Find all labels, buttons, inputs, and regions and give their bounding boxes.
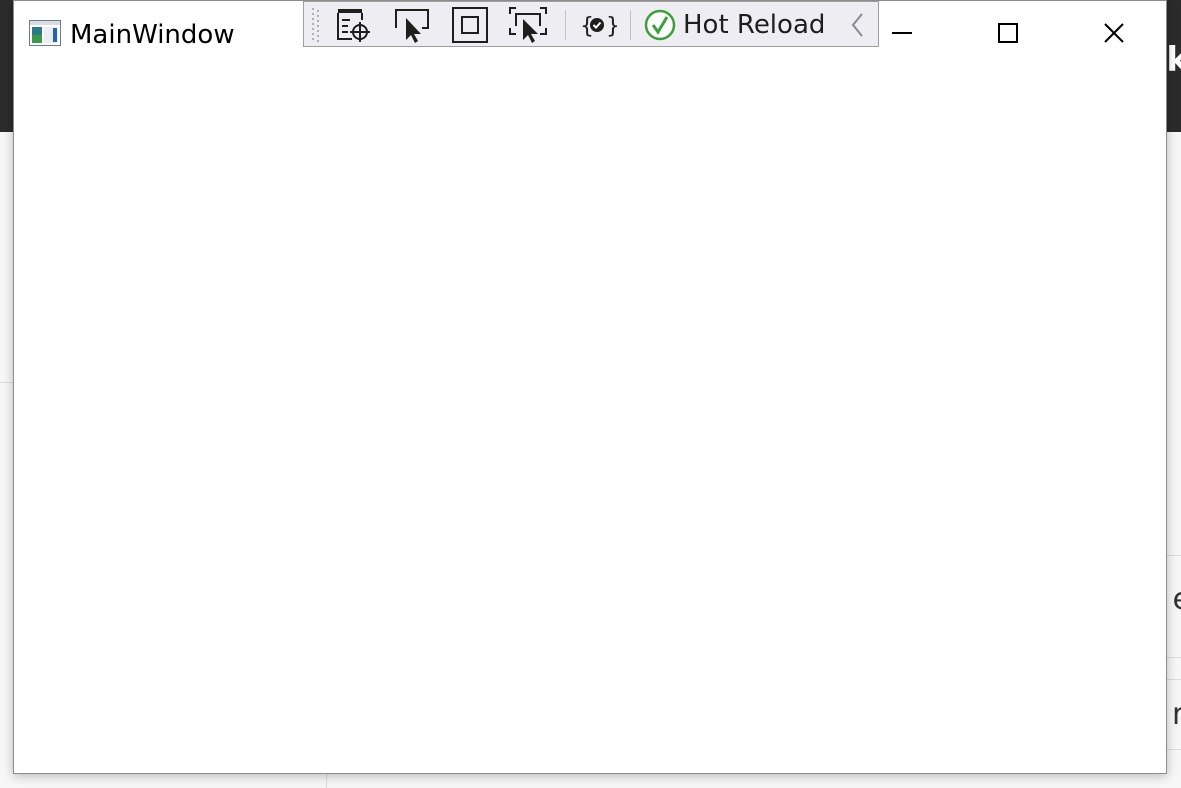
chevron-left-icon	[851, 13, 863, 37]
background-divider	[1167, 749, 1181, 750]
drag-grip-icon[interactable]	[310, 6, 322, 44]
window-client-area	[14, 65, 1166, 773]
check-circle-icon	[644, 9, 676, 41]
binding-failures-button[interactable]: { }	[575, 5, 619, 45]
background-divider	[0, 382, 13, 383]
background-row-text: n	[1172, 697, 1181, 732]
background-divider	[1167, 679, 1181, 680]
background-divider	[1167, 555, 1181, 556]
background-row-text: e	[1173, 582, 1181, 617]
background-divider	[326, 774, 327, 788]
track-focused-element-icon	[509, 7, 547, 43]
toolbar-separator	[565, 10, 566, 40]
minimize-icon	[892, 32, 912, 34]
close-icon	[1104, 23, 1124, 43]
maximize-icon	[998, 23, 1018, 43]
select-element-button[interactable]	[390, 5, 434, 45]
display-adorners-icon	[452, 7, 488, 43]
window-title: MainWindow	[70, 20, 235, 50]
live-visual-tree-icon	[337, 9, 370, 42]
toolbar-separator	[630, 10, 631, 40]
binding-failures-icon: { }	[580, 14, 617, 39]
window-app-icon	[29, 20, 61, 46]
collapse-toolbar-button[interactable]	[844, 8, 872, 42]
live-visual-tree-button[interactable]	[332, 5, 376, 45]
display-adorners-button[interactable]	[448, 5, 492, 45]
background-divider	[1167, 657, 1181, 658]
hot-reload-label: Hot Reload	[683, 10, 826, 40]
close-button[interactable]	[1062, 1, 1166, 65]
main-window: MainWindow	[13, 0, 1167, 774]
runtime-tools-toolbar: { } Hot Reload	[303, 1, 879, 47]
track-focused-element-button[interactable]	[506, 5, 550, 45]
hot-reload-button[interactable]: Hot Reload	[644, 6, 825, 44]
select-element-icon	[395, 9, 429, 43]
maximize-button[interactable]	[956, 1, 1060, 65]
svg-text:}: }	[606, 14, 617, 39]
